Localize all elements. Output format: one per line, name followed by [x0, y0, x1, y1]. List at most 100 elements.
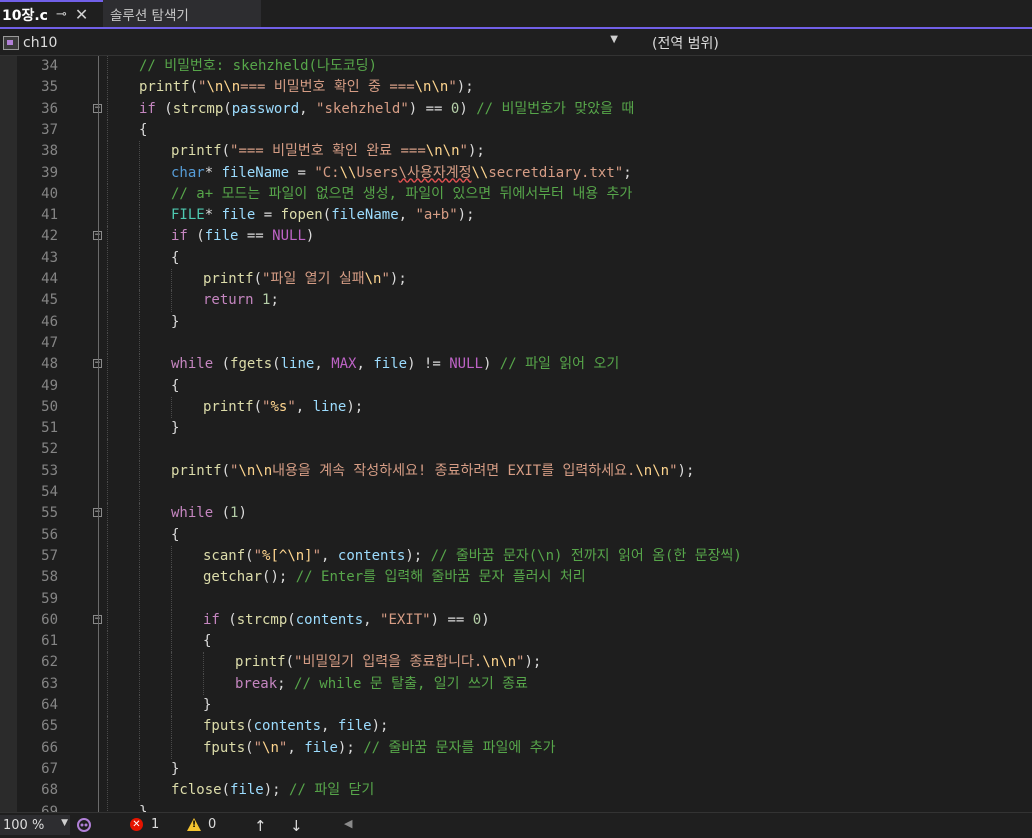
code-line[interactable]: 62 printf("비밀일기 입력을 종료합니다.\n\n"); — [0, 652, 1032, 674]
indent-guide — [107, 609, 108, 632]
code-line[interactable]: 60−if (strcmp(contents, "EXIT") == 0) — [0, 609, 1032, 632]
code-line[interactable]: 66 fputs("\n", file); // 줄바꿈 문자를 파일에 추가 — [0, 737, 1032, 759]
indent-guide — [107, 418, 108, 440]
scroll-left-button[interactable]: ◀ — [344, 817, 352, 830]
error-count[interactable]: ✕ 1 — [130, 817, 159, 832]
chevron-down-icon[interactable]: ▼ — [61, 818, 68, 828]
code-line[interactable]: 50 printf("%s", line); — [0, 396, 1032, 419]
code-token: scanf — [203, 547, 246, 564]
code-token: return — [203, 292, 254, 309]
code-token: if — [171, 228, 188, 245]
close-icon[interactable]: ✕ — [75, 5, 88, 24]
warning-count-value: 0 — [208, 817, 217, 832]
code-token: while — [171, 505, 214, 522]
code-line[interactable]: 68 fclose(file); // 파일 닫기 — [0, 780, 1032, 802]
code-line[interactable]: 36−if (strcmp(password, "skehzheld") == … — [0, 98, 1032, 120]
code-line[interactable]: 37 { — [0, 119, 1032, 142]
code-line[interactable]: 39 char* fileName = "C:\\Users\사용자계정\\sec… — [0, 162, 1032, 184]
code-token: \n\n — [635, 462, 670, 479]
chevron-down-icon[interactable]: ▼ — [610, 34, 618, 45]
code-line[interactable]: 55−while (1) — [0, 503, 1032, 525]
code-line[interactable]: 69} — [0, 801, 1032, 812]
document-tab-bar: 10장.c ⊸ ✕ 솔루션 탐색기 — [0, 0, 1032, 29]
code-token: printf — [235, 654, 286, 671]
code-line[interactable]: 52 — [0, 439, 1032, 461]
tab-solution-explorer[interactable]: 솔루션 탐색기 — [103, 0, 261, 27]
code-line[interactable]: 34 // 비밀번호: skehzheld(나도코딩) — [0, 56, 1032, 78]
code-line[interactable]: 42−if (file == NULL) — [0, 226, 1032, 248]
indent-guide — [139, 354, 140, 376]
code-line[interactable]: 45 return 1; — [0, 290, 1032, 312]
indent-guide — [139, 375, 140, 397]
git-copilot-icon[interactable] — [76, 817, 92, 833]
code-line[interactable]: 48−while (fgets(line, MAX, file) != NULL… — [0, 354, 1032, 376]
code-line[interactable]: 54 — [0, 482, 1032, 504]
warning-count[interactable]: ! 0 — [187, 817, 216, 832]
code-token: ) — [305, 228, 315, 245]
code-token: } — [171, 313, 180, 330]
code-line[interactable]: 58 getchar(); // Enter를 입력해 줄바꿈 문자 플러시 처리 — [0, 567, 1032, 589]
code-line[interactable]: 59 — [0, 588, 1032, 610]
zoom-dropdown[interactable]: 100 % ▼ — [0, 815, 70, 835]
code-token: ); — [263, 782, 290, 799]
pin-icon[interactable]: ⊸ — [56, 7, 67, 22]
scope-dropdown[interactable]: (전역 범위) — [626, 32, 1032, 53]
code-token: , — [356, 356, 374, 373]
code-line[interactable]: 67} — [0, 758, 1032, 781]
code-line[interactable]: 57 scanf("%[^\n]", contents); // 줄바꿈 문자(\… — [0, 545, 1032, 568]
indent-guide — [107, 439, 108, 461]
code-line[interactable]: 46} — [0, 311, 1032, 333]
indent-guide — [139, 226, 140, 248]
code-line[interactable]: 35 printf("\n\n=== 비밀번호 확인 중 ===\n\n"); — [0, 77, 1032, 99]
code-token: " — [253, 739, 263, 756]
line-number: 46 — [41, 313, 58, 330]
error-icon: ✕ — [130, 818, 143, 831]
code-token: 0 — [472, 611, 482, 628]
next-issue-button[interactable]: ↓ — [290, 817, 303, 835]
code-token: "파일 열기 실패 — [262, 271, 365, 287]
code-line[interactable]: 43 { — [0, 247, 1032, 269]
project-dropdown[interactable]: ch10 ▼ — [0, 32, 622, 53]
code-line[interactable]: 61 { — [0, 631, 1032, 653]
code-line[interactable]: 56 { — [0, 524, 1032, 546]
code-token: file — [337, 718, 372, 735]
tab-10jang-c[interactable]: 10장.c ⊸ ✕ — [0, 0, 103, 27]
indent-guide — [139, 609, 140, 632]
code-token: printf — [171, 462, 222, 479]
code-token: " — [669, 462, 678, 479]
previous-issue-button[interactable]: ↑ — [254, 817, 267, 835]
code-token: { — [203, 633, 212, 650]
code-token: "EXIT" — [380, 611, 431, 628]
code-token: printf — [139, 79, 190, 96]
code-token: printf — [203, 398, 254, 415]
code-line[interactable]: 49 { — [0, 375, 1032, 397]
code-token: ( — [155, 100, 173, 117]
indent-guide — [107, 737, 108, 759]
code-token: ); — [389, 271, 407, 287]
code-token: \n\n — [482, 654, 517, 671]
line-number: 47 — [41, 334, 58, 351]
code-token: ; — [277, 675, 295, 692]
code-line[interactable]: 44 printf("파일 열기 실패\n"); — [0, 269, 1032, 291]
code-line[interactable]: 65 fputs(contents, file); — [0, 716, 1032, 738]
code-token: break — [235, 675, 278, 692]
code-token: \\ — [339, 164, 357, 181]
code-line[interactable]: 47 — [0, 332, 1032, 355]
code-line[interactable]: 40 // a+ 모드는 파일이 없으면 생성, 파일이 있으면 뒤에서부터 내용… — [0, 183, 1032, 206]
line-number: 58 — [41, 569, 58, 586]
code-line[interactable]: 38 printf("=== 비밀번호 확인 완료 ===\n\n"); — [0, 141, 1032, 163]
code-token: // Enter를 입력해 줄바꿈 문자 플러시 처리 — [295, 569, 586, 586]
code-token: ( — [213, 356, 231, 373]
code-editor[interactable]: 34// 비밀번호: skehzheld(나도코딩) 35 printf("\n\n… — [0, 56, 1032, 812]
code-text: // 비밀번호: skehzheld(나도코딩) — [139, 56, 377, 77]
code-line[interactable]: 41 FILE* file = fopen(fileName, "a+b"); — [0, 205, 1032, 227]
code-token: if — [203, 611, 220, 628]
code-token: { — [139, 121, 148, 138]
indent-guide — [107, 567, 108, 589]
indent-guide — [171, 545, 172, 568]
code-line[interactable]: 64} — [0, 695, 1032, 717]
code-line[interactable]: 63 break; // while 문 탈출, 일기 쓰기 종료 — [0, 673, 1032, 695]
code-line[interactable]: 53 printf("\n\n내용을 계속 작성하세요! 종료하려면 EXIT를 … — [0, 460, 1032, 482]
code-line[interactable]: 51} — [0, 418, 1032, 440]
indent-guide — [139, 524, 140, 546]
